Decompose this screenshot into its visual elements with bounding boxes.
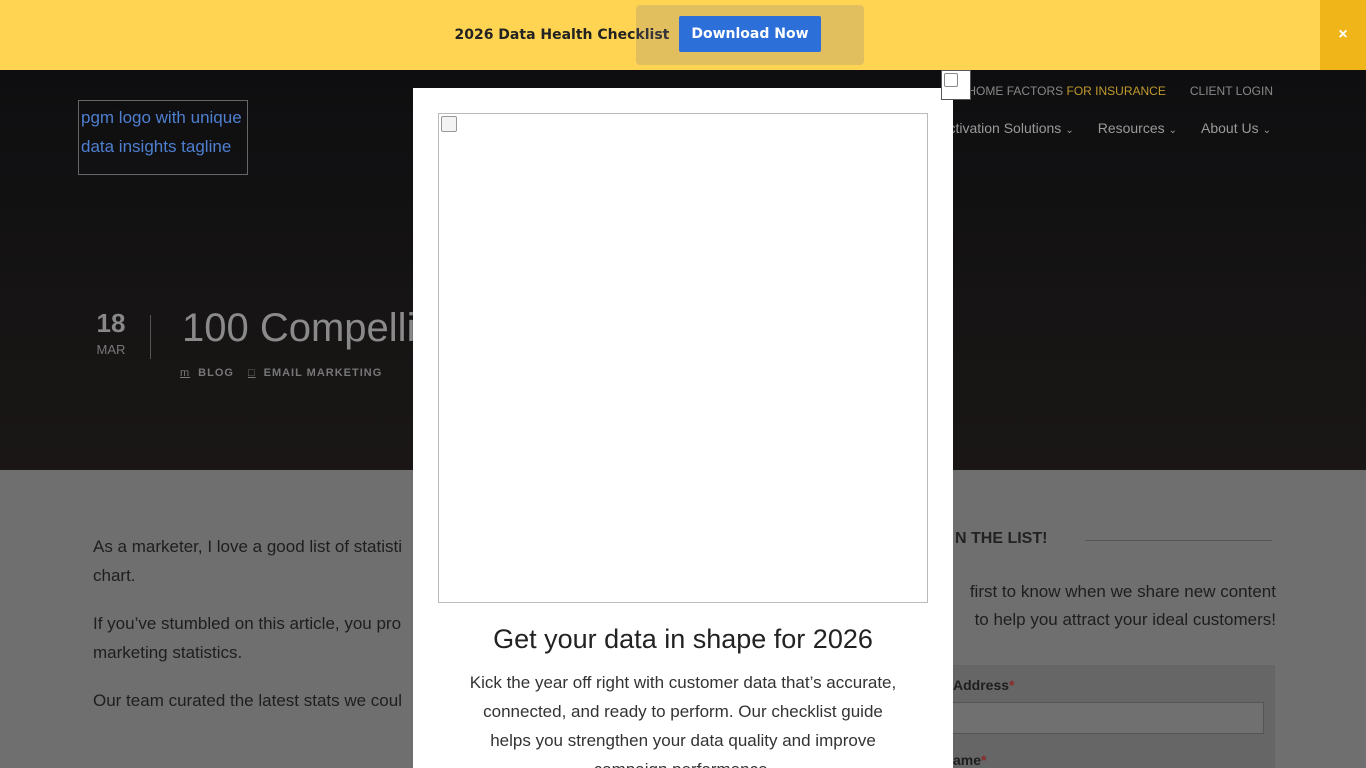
- required-mark: *: [981, 752, 987, 768]
- article-paragraph: Our team curated the latest stats we cou…: [93, 691, 402, 710]
- for-insurance-label: FOR INSURANCE: [1066, 84, 1166, 98]
- nav-about-us[interactable]: About Us ⌄: [1201, 120, 1271, 136]
- main-nav: ctivation Solutions ⌄ Resources ⌄ About Us…: [948, 120, 1271, 136]
- sidebar-text: first to know when we share new content …: [969, 582, 1276, 629]
- post-meta: m BLOG □ EMAIL MARKETING: [180, 367, 382, 379]
- promo-close-button[interactable]: ×: [1320, 0, 1366, 70]
- top-nav: HOME FACTORS FOR INSURANCE CLIENT LOGIN: [967, 84, 1273, 98]
- popup-close-button[interactable]: [941, 70, 971, 100]
- category-blog[interactable]: m BLOG: [180, 367, 234, 379]
- nav-activation-solutions[interactable]: ctivation Solutions ⌄: [948, 120, 1073, 136]
- chevron-down-icon: ⌄: [1168, 125, 1178, 136]
- top-nav-home-factors[interactable]: HOME FACTORS FOR INSURANCE: [967, 84, 1165, 98]
- download-now-button[interactable]: Download Now: [679, 16, 821, 52]
- category-email-marketing[interactable]: □ EMAIL MARKETING: [248, 367, 382, 379]
- email-label: Address*: [953, 677, 1014, 693]
- broken-image-icon: [441, 116, 457, 132]
- popup-body-text: Kick the year off right with customer da…: [469, 673, 897, 768]
- post-month: MAR: [96, 342, 126, 357]
- sidebar-heading: N THE LIST!: [955, 530, 1048, 547]
- tag-icon: □: [247, 367, 256, 379]
- promo-bar: 2026 Data Health Checklist Download Now …: [0, 0, 1366, 70]
- site-logo[interactable]: pgm logo with unique data insights tagli…: [78, 100, 248, 175]
- popup-title: Get your data in shape for 2026: [493, 624, 873, 654]
- promo-content: 2026 Data Health Checklist Download Now: [454, 5, 864, 65]
- category-label: BLOG: [198, 367, 234, 379]
- client-login-link[interactable]: CLIENT LOGIN: [1190, 84, 1273, 98]
- name-label: ame*: [953, 752, 986, 768]
- chevron-down-icon: ⌄: [1065, 125, 1074, 136]
- popup-image: [438, 113, 928, 603]
- article-paragraph: If you’ve stumbled on this article, you …: [93, 614, 402, 662]
- required-mark: *: [1009, 677, 1015, 693]
- sidebar-divider: [1085, 540, 1272, 541]
- post-date: 18 MAR: [94, 308, 128, 357]
- chevron-down-icon: ⌄: [1262, 125, 1271, 136]
- article-paragraph: As a marketer, I love a good list of sta…: [93, 537, 402, 585]
- name-label-text: ame: [953, 752, 982, 768]
- close-icon: [944, 73, 958, 87]
- nav-label: Resources: [1097, 120, 1165, 136]
- promo-button-highlight: Download Now: [636, 5, 864, 65]
- nav-resources[interactable]: Resources ⌄: [1098, 120, 1177, 136]
- home-factors-label: HOME FACTORS: [967, 84, 1064, 98]
- email-label-text: Address: [953, 677, 1010, 693]
- nav-label: ctivation Solutions: [948, 120, 1062, 136]
- post-title: 100 Compelli: [182, 306, 416, 350]
- post-day: 18: [96, 308, 126, 338]
- category-label: EMAIL MARKETING: [263, 367, 383, 379]
- date-divider: [150, 315, 151, 359]
- popup-modal: Get your data in shape for 2026 Kick the…: [413, 88, 953, 768]
- category-icon: m: [180, 367, 191, 379]
- email-field[interactable]: [952, 702, 1264, 734]
- nav-label: About Us: [1201, 120, 1259, 136]
